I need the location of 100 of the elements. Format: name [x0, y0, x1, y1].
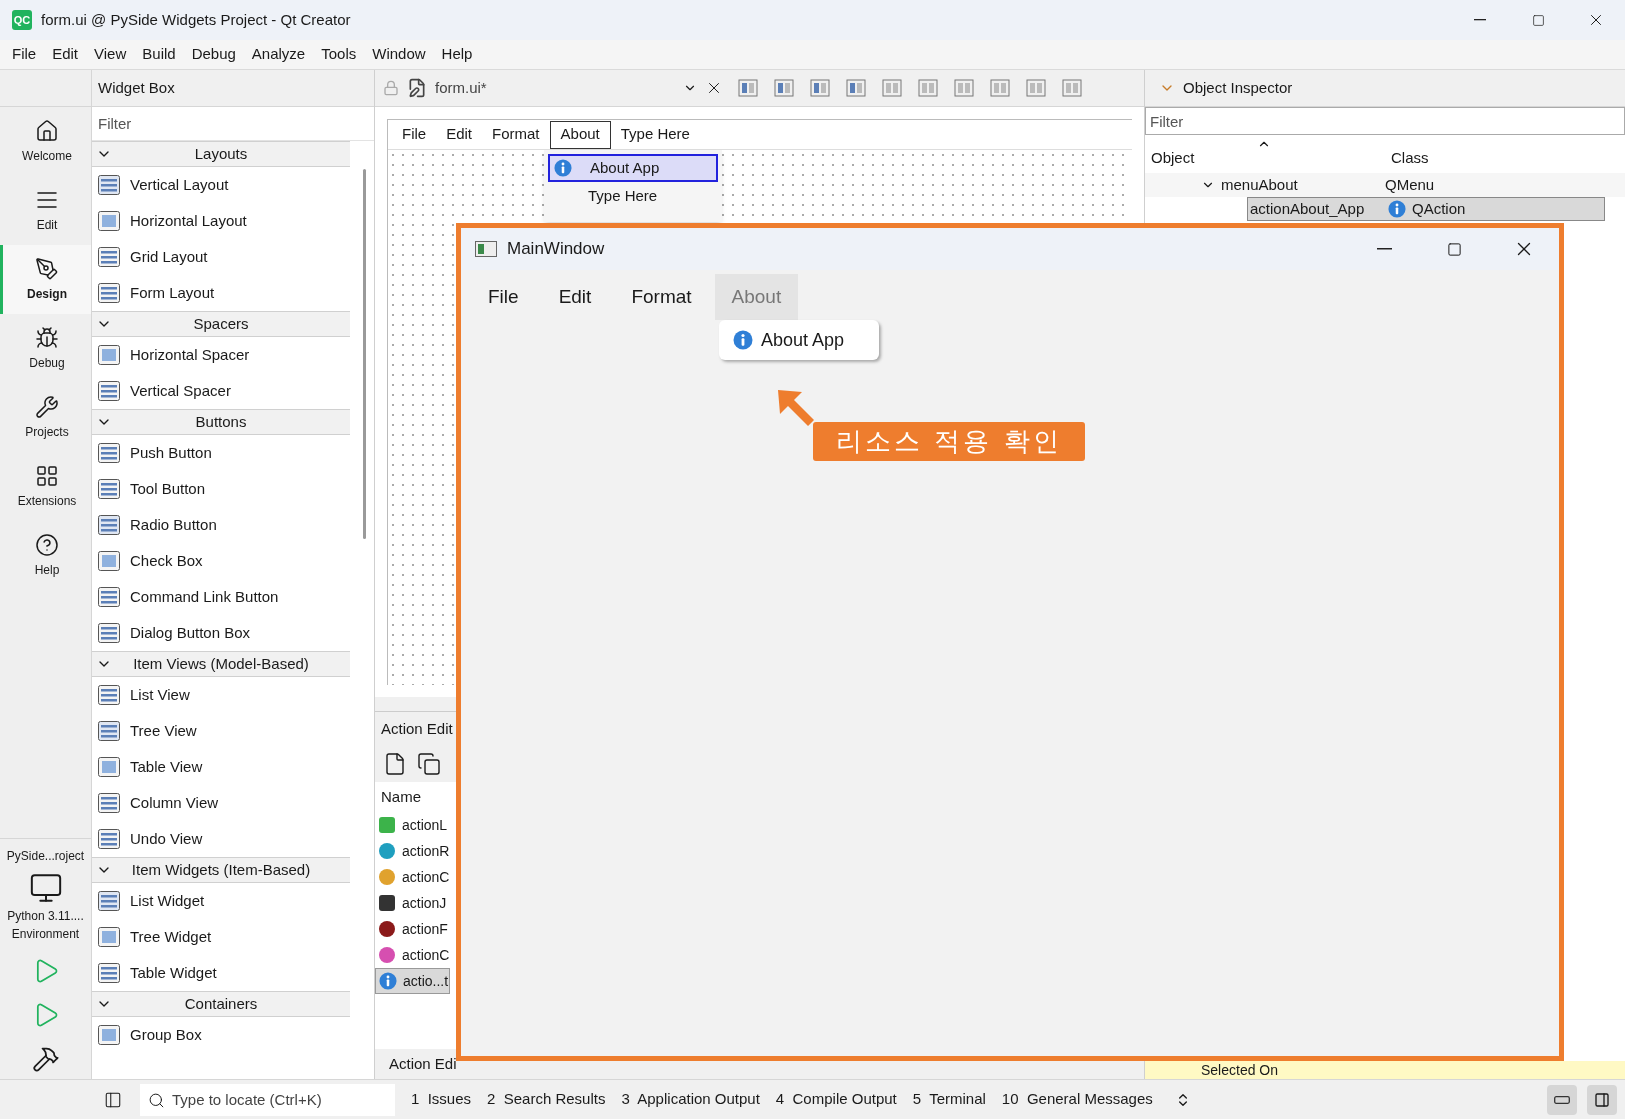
menu-item[interactable]: Analyze [243, 41, 314, 68]
lock-icon[interactable] [383, 80, 399, 96]
action-row[interactable]: actionR [375, 838, 451, 864]
panel-tab[interactable]: Action Edi [375, 1049, 459, 1079]
mode-button[interactable]: Design [0, 245, 91, 314]
output-pane-button[interactable]: 5 Terminal [912, 1088, 986, 1111]
category-header[interactable]: Item Widgets (Item-Based) [92, 857, 350, 883]
dropdown-item[interactable]: About App [719, 320, 879, 360]
widget-item[interactable]: Tree Widget [92, 919, 350, 955]
output-pane-button[interactable]: 3 Application Output [621, 1088, 760, 1111]
mode-button[interactable]: Welcome [0, 107, 91, 176]
menu-item[interactable]: Edit [44, 41, 87, 68]
layout-tool-icon[interactable] [737, 77, 759, 99]
kit-name: Python 3.11.... [6, 908, 85, 925]
widget-item[interactable]: Horizontal Layout [92, 203, 350, 239]
widget-item[interactable]: Grid Layout [92, 239, 350, 275]
mode-button[interactable]: Edit [0, 176, 91, 245]
search-icon [148, 1091, 165, 1109]
menu-item[interactable]: About [714, 274, 799, 320]
widget-item[interactable]: Group Box [92, 1017, 350, 1053]
layout-tool-icon[interactable] [773, 77, 795, 99]
form-menu-item[interactable]: Format [482, 120, 550, 149]
layout-tool-icon[interactable] [953, 77, 975, 99]
mode-button[interactable]: Help [0, 521, 91, 590]
column-header[interactable]: Object [1145, 146, 1385, 169]
form-menu-item[interactable]: Type Here [610, 120, 700, 149]
widget-item[interactable]: Vertical Layout [92, 167, 350, 203]
category-header[interactable]: Buttons [92, 409, 350, 435]
form-menu-item[interactable]: Edit [436, 120, 483, 149]
output-pane-button[interactable]: 4 Compile Output [775, 1088, 897, 1111]
output-pane-button[interactable]: 1 Issues [411, 1088, 472, 1111]
widget-item[interactable]: Form Layout [92, 275, 350, 311]
action-row[interactable]: actio...t [375, 968, 451, 994]
tree-row[interactable]: menuAbout QMenu [1145, 173, 1625, 197]
mode-button[interactable]: Projects [0, 383, 91, 452]
output-pane-button[interactable]: 10 General Messages [1001, 1088, 1153, 1111]
menu-item[interactable]: Tools [313, 41, 365, 68]
layout-tool-icon[interactable] [989, 77, 1011, 99]
widget-item[interactable]: Undo View [92, 821, 350, 857]
layout-tool-icon[interactable] [809, 77, 831, 99]
layout-tool-icon[interactable] [1061, 77, 1083, 99]
mode-icon [35, 256, 59, 281]
tree-row[interactable]: actionAbout_App QAction [1247, 197, 1605, 221]
monitor-icon[interactable] [28, 871, 63, 905]
widget-item[interactable]: Tree View [92, 713, 350, 749]
widget-item[interactable]: Dialog Button Box [92, 615, 350, 651]
action-row[interactable]: actionJ [375, 890, 448, 916]
widget-item[interactable]: Vertical Spacer [92, 373, 350, 409]
new-action-icon[interactable] [383, 752, 407, 776]
copy-icon[interactable] [417, 752, 441, 776]
menu-item[interactable]: Window [364, 41, 434, 68]
panel-toggle-button[interactable] [1587, 1084, 1617, 1115]
file-name[interactable]: form.ui* [435, 76, 675, 100]
widget-item[interactable]: List View [92, 677, 350, 713]
widget-item[interactable]: Tool Button [92, 471, 350, 507]
layout-tool-icon[interactable] [845, 77, 867, 99]
mode-button[interactable]: Debug [0, 314, 91, 383]
menu-item[interactable]: Debug [183, 41, 244, 68]
column-header[interactable]: Class [1385, 146, 1435, 169]
widget-icon [97, 441, 121, 465]
widget-item[interactable]: Column View [92, 785, 350, 821]
action-row[interactable]: actionC [375, 942, 451, 968]
action-row[interactable]: actionL [375, 812, 449, 838]
action-row[interactable]: actionF [375, 916, 449, 942]
scrollbar[interactable] [363, 169, 366, 539]
widget-item[interactable]: Horizontal Spacer [92, 337, 350, 373]
layout-tool-icon[interactable] [917, 77, 939, 99]
layout-tool-icon[interactable] [1025, 77, 1047, 99]
filter-field[interactable]: Filter [1145, 107, 1625, 135]
widget-item[interactable]: Radio Button [92, 507, 350, 543]
dropdown-item[interactable]: About App [548, 154, 718, 182]
category-header[interactable]: Layouts [92, 141, 350, 167]
category-header[interactable]: Item Views (Model-Based) [92, 651, 350, 677]
action-icon [378, 842, 396, 860]
mode-button[interactable]: Extensions [0, 452, 91, 521]
dropdown-item[interactable]: Type Here [548, 182, 718, 210]
menu-item[interactable]: Help [433, 41, 481, 68]
category-header[interactable]: Containers [92, 991, 350, 1017]
menu-item[interactable]: Edit [541, 274, 609, 320]
category-header[interactable]: Spacers [92, 311, 350, 337]
sidebar-toggle-icon[interactable] [104, 1090, 122, 1109]
menu-item[interactable]: Format [614, 274, 709, 320]
locator-field[interactable]: Type to locate (Ctrl+K) [140, 1083, 395, 1116]
panel-toggle-button[interactable] [1547, 1084, 1577, 1115]
form-menu-item[interactable]: File [392, 120, 437, 149]
output-pane-button[interactable]: 2 Search Results [487, 1088, 606, 1111]
action-row[interactable]: actionC [375, 864, 451, 890]
widget-item[interactable]: Command Link Button [92, 579, 350, 615]
form-menu-item[interactable]: About [549, 120, 611, 149]
widget-item[interactable]: Table View [92, 749, 350, 785]
menu-item[interactable]: File [471, 274, 536, 320]
widget-item[interactable]: List Widget [92, 883, 350, 919]
widget-item[interactable]: Push Button [92, 435, 350, 471]
widget-item[interactable]: Check Box [92, 543, 350, 579]
menu-item[interactable]: File [4, 41, 45, 68]
menu-item[interactable]: Build [134, 41, 184, 68]
menu-item[interactable]: View [86, 41, 135, 68]
widget-item[interactable]: Table Widget [92, 955, 350, 991]
build-icon[interactable] [31, 1045, 60, 1073]
layout-tool-icon[interactable] [881, 77, 903, 99]
